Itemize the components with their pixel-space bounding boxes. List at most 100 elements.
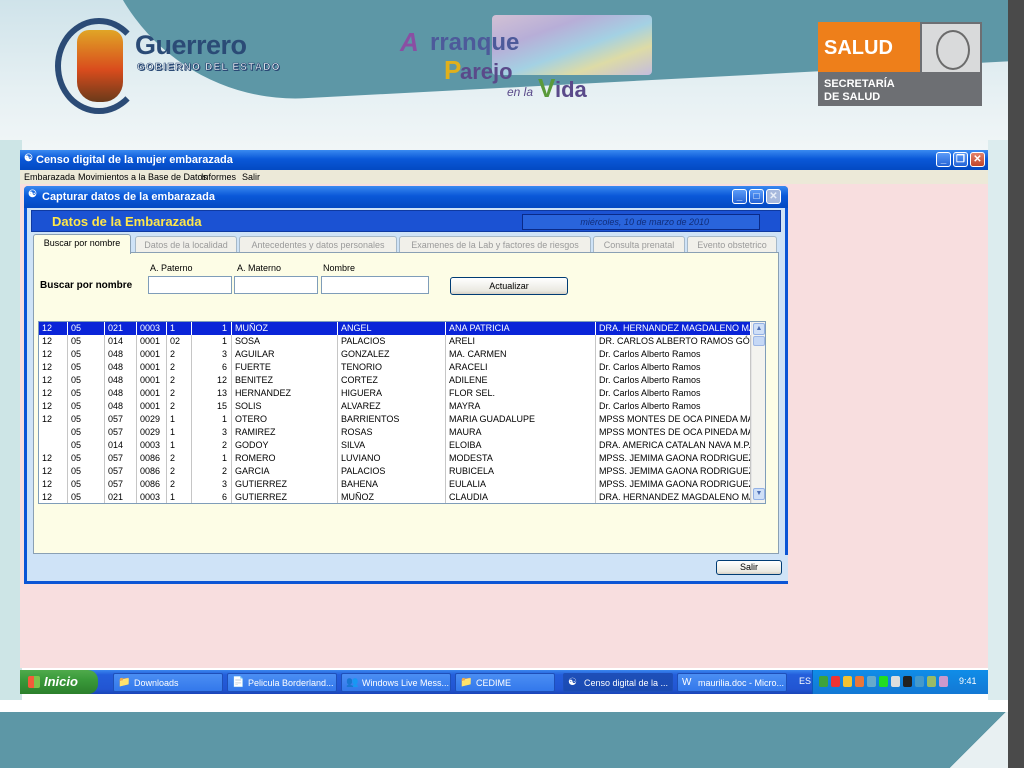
table-row[interactable]: 12 05 057 0086 2 2 GARCIA PALACIOS RUBICELA MPSS.… xyxy=(39,465,751,478)
dialog-titlebar[interactable]: ☯ Capturar datos de la embarazada _ □ ✕ xyxy=(24,186,788,208)
table-cell: 05 xyxy=(68,361,105,374)
table-cell xyxy=(39,439,68,452)
table-row[interactable]: 12 05 048 0001 2 6 FUERTE TENORIO ARACELI Dr. Car… xyxy=(39,361,751,374)
guerrero-logo: Guerrero GOBIERNO DEL ESTADO xyxy=(55,18,285,118)
menu-embarazada[interactable]: Embarazada xyxy=(24,172,75,182)
table-row[interactable]: 12 05 057 0086 2 3 GUTIERREZ BAHENA EULALIA MPSS.… xyxy=(39,478,751,491)
table-cell: MPSS MONTES DE OCA PINEDA MA xyxy=(596,426,751,439)
materno-input[interactable] xyxy=(234,276,318,294)
salud-title: SALUD xyxy=(824,37,893,59)
table-cell: 6 xyxy=(192,491,232,503)
tray-antivirus-icon[interactable] xyxy=(831,676,840,687)
tray-safe-remove-icon[interactable] xyxy=(927,676,936,687)
tray-status-icon[interactable] xyxy=(879,676,888,687)
table-cell: CLAUDIA xyxy=(446,491,596,503)
tray-volume-icon[interactable] xyxy=(891,676,900,687)
close-button[interactable]: ✕ xyxy=(970,152,985,167)
menu-informes[interactable]: Informes xyxy=(201,172,236,182)
table-cell: MA. CARMEN xyxy=(446,348,596,361)
table-cell: LUVIANO xyxy=(338,452,446,465)
taskbar-item-cedime[interactable]: 📁 CEDIME xyxy=(455,673,555,692)
tab-bar: Buscar por nombre Datos de la localidad … xyxy=(31,234,781,254)
tray-misc-icon[interactable] xyxy=(939,676,948,687)
tab-buscar-por-nombre[interactable]: Buscar por nombre xyxy=(33,234,131,254)
tray-messenger-icon[interactable] xyxy=(867,676,876,687)
tray-bluetooth-icon[interactable] xyxy=(915,676,924,687)
scroll-thumb[interactable] xyxy=(753,336,765,346)
table-cell: ARACELI xyxy=(446,361,596,374)
table-cell: 0001 xyxy=(137,335,167,348)
table-cell: 2 xyxy=(192,439,232,452)
salud-logo: SALUD SECRETARÍA DE SALUD xyxy=(818,22,982,106)
taskbar-item-messenger[interactable]: 👥 Windows Live Mess... xyxy=(341,673,451,692)
scroll-up-icon[interactable]: ▲ xyxy=(753,323,765,335)
paterno-input[interactable] xyxy=(148,276,232,294)
tray-update-icon[interactable] xyxy=(855,676,864,687)
nombre-input[interactable] xyxy=(321,276,429,294)
table-cell: PALACIOS xyxy=(338,465,446,478)
table-cell: 0001 xyxy=(137,400,167,413)
table-row[interactable]: 12 05 057 0029 1 1 OTERO BARRIENTOS MARIA GUADAL… xyxy=(39,413,751,426)
main-window-title: Censo digital de la mujer embarazada xyxy=(36,154,233,166)
taskbar-item-word[interactable]: Wmaurilia.doc - Micro... xyxy=(677,673,787,692)
tab-evento-obstetrico[interactable]: Evento obstetrico xyxy=(687,236,777,253)
table-cell: 3 xyxy=(192,348,232,361)
exit-button[interactable]: Salir xyxy=(716,560,782,575)
update-button[interactable]: Actualizar xyxy=(450,277,568,295)
tray-network-icon[interactable] xyxy=(819,676,828,687)
tab-datos-localidad[interactable]: Datos de la localidad xyxy=(135,236,237,253)
dialog-close-button[interactable]: ✕ xyxy=(766,189,781,204)
tab-antecedentes[interactable]: Antecedentes y datos personales xyxy=(239,236,397,253)
maximize-button[interactable]: ❐ xyxy=(953,152,968,167)
table-row[interactable]: 05 057 0029 1 3 RAMIREZ ROSAS MAURA MPSS MONTES … xyxy=(39,426,751,439)
scroll-down-icon[interactable]: ▼ xyxy=(753,488,765,500)
table-cell: EULALIA xyxy=(446,478,596,491)
table-cell: 05 xyxy=(68,374,105,387)
table-cell: Dr. Carlos Alberto Ramos xyxy=(596,348,751,361)
table-row[interactable]: 12 05 021 0003 1 1 MUÑOZ ANGEL ANA PATRICIA DRA. … xyxy=(39,322,751,335)
table-row[interactable]: 12 05 048 0001 2 13 HERNANDEZ HIGUERA FLOR SEL. D… xyxy=(39,387,751,400)
taskbar-item-pelicula[interactable]: 📄 Pelicula Borderland... xyxy=(227,673,337,692)
minimize-button[interactable]: _ xyxy=(936,152,951,167)
table-cell: 05 xyxy=(68,491,105,503)
table-cell: ELOIBA xyxy=(446,439,596,452)
date-field: miércoles, 10 de marzo de 2010 xyxy=(522,214,760,230)
tab-examenes[interactable]: Examenes de la Lab y factores de riesgos xyxy=(399,236,591,253)
header-strip: Datos de la Embarazada miércoles, 10 de … xyxy=(31,210,781,232)
table-cell: GODOY xyxy=(232,439,338,452)
main-window-titlebar[interactable]: ☯ Censo digital de la mujer embarazada _… xyxy=(20,150,988,170)
dialog-maximize-button[interactable]: □ xyxy=(749,189,764,204)
taskbar-item-downloads[interactable]: 📁 Downloads xyxy=(113,673,223,692)
table-row[interactable]: 12 05 014 0001 02 1 SOSA PALACIOS ARELI DR. CARLO… xyxy=(39,335,751,348)
table-cell: Dr. Carlos Alberto Ramos xyxy=(596,400,751,413)
table-row[interactable]: 12 05 021 0003 1 6 GUTIERREZ MUÑOZ CLAUDIA DRA. H… xyxy=(39,491,751,503)
table-cell: GARCIA xyxy=(232,465,338,478)
menubar: Embarazada Movimientos a la Base de Dato… xyxy=(20,170,988,184)
grid-scrollbar[interactable]: ▲ ▼ xyxy=(751,322,765,503)
table-cell: Dr. Carlos Alberto Ramos xyxy=(596,361,751,374)
table-row[interactable]: 12 05 048 0001 2 12 BENITEZ CORTEZ ADILENE Dr. Ca… xyxy=(39,374,751,387)
table-cell: 05 xyxy=(68,400,105,413)
table-row[interactable]: 12 05 057 0086 2 1 ROMERO LUVIANO MODESTA MPSS. J… xyxy=(39,452,751,465)
dialog-body: Datos de la Embarazada miércoles, 10 de … xyxy=(27,208,788,581)
table-row[interactable]: 12 05 048 0001 2 3 AGUILAR GONZALEZ MA. CARMEN Dr… xyxy=(39,348,751,361)
table-cell xyxy=(39,426,68,439)
menu-movimientos[interactable]: Movimientos a la Base de Datos xyxy=(78,172,207,182)
taskbar-item-censo[interactable]: ☯ Censo digital de la ... xyxy=(563,673,673,692)
table-cell: 014 xyxy=(105,335,137,348)
person-icon: ☯ xyxy=(28,189,37,200)
table-row[interactable]: 05 014 0003 1 2 GODOY SILVA ELOIBA DRA. AMERICA … xyxy=(39,439,751,452)
language-indicator[interactable]: ES xyxy=(799,676,811,686)
tab-consulta-prenatal[interactable]: Consulta prenatal xyxy=(593,236,685,253)
table-cell: 12 xyxy=(39,335,68,348)
slide-left-band xyxy=(0,140,22,700)
tray-shield-icon[interactable] xyxy=(843,676,852,687)
menu-salir[interactable]: Salir xyxy=(242,172,260,182)
dialog-minimize-button[interactable]: _ xyxy=(732,189,747,204)
start-button[interactable]: Inicio xyxy=(20,670,98,694)
tray-display-icon[interactable] xyxy=(903,676,912,687)
table-cell: ANGEL xyxy=(338,322,446,335)
table-cell: 0001 xyxy=(137,361,167,374)
table-cell: ANA PATRICIA xyxy=(446,322,596,335)
table-row[interactable]: 12 05 048 0001 2 15 SOLIS ALVAREZ MAYRA Dr. Carlo… xyxy=(39,400,751,413)
